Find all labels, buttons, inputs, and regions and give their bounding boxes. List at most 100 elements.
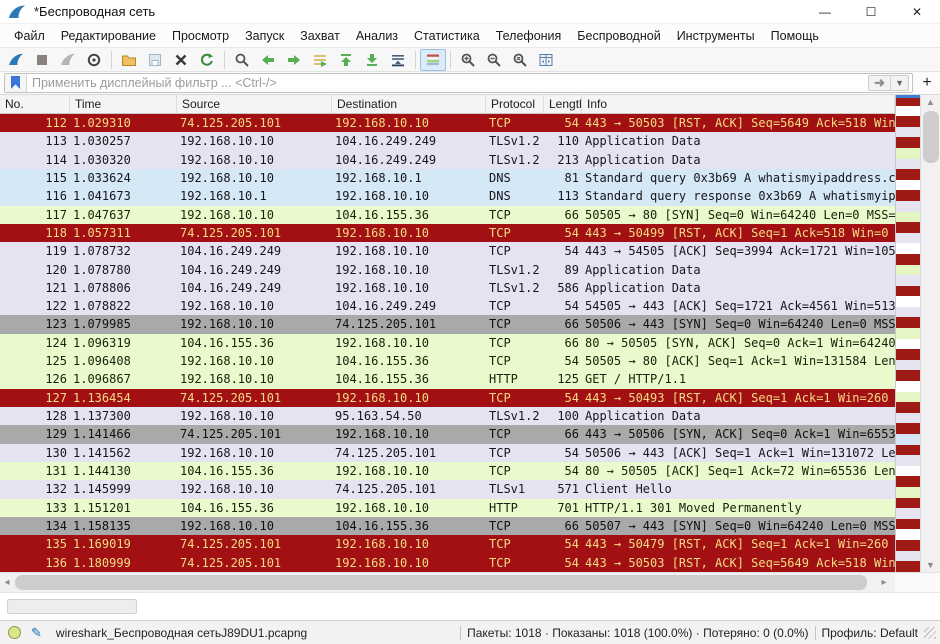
cell-time: 1.033624	[70, 169, 177, 187]
capture-options-icon[interactable]	[81, 49, 107, 71]
go-forward-icon[interactable]	[281, 49, 307, 71]
packet-row[interactable]: 1261.096867192.168.10.10104.16.155.36HTT…	[0, 370, 895, 388]
packet-row[interactable]: 1131.030257192.168.10.10104.16.249.249TL…	[0, 132, 895, 150]
save-file-icon[interactable]	[142, 49, 168, 71]
menu-item[interactable]: Захват	[292, 26, 348, 46]
packet-counts: Пакеты: 1018 · Показаны: 1018 (100.0%) ·…	[467, 626, 808, 640]
column-header-source[interactable]: Source	[177, 95, 332, 113]
apply-filter-button[interactable]: ➜ ▼	[868, 75, 909, 91]
minimap-stripe	[896, 519, 920, 530]
column-header-info[interactable]: Info	[582, 95, 895, 113]
column-header-protocol[interactable]: Protocol	[486, 95, 544, 113]
cell-length: 54	[544, 444, 582, 462]
packet-row[interactable]: 1281.137300192.168.10.1095.163.54.50TLSv…	[0, 407, 895, 425]
add-filter-button[interactable]: +	[918, 74, 936, 92]
close-icon[interactable]: ✕	[894, 0, 940, 23]
packet-row[interactable]: 1171.047637192.168.10.10104.16.155.36TCP…	[0, 206, 895, 224]
menu-item[interactable]: Просмотр	[164, 26, 237, 46]
cell-source: 192.168.10.10	[177, 151, 332, 169]
restart-capture-icon[interactable]	[55, 49, 81, 71]
packet-row[interactable]: 1251.096408192.168.10.10104.16.155.36TCP…	[0, 352, 895, 370]
auto-scroll-icon[interactable]	[385, 49, 411, 71]
packet-row[interactable]: 1331.151201104.16.155.36192.168.10.10HTT…	[0, 499, 895, 517]
capture-comment-icon[interactable]: ✎	[31, 625, 42, 641]
cell-info: Standard query response 0x3b69 A whatism…	[582, 187, 895, 205]
resize-columns-icon[interactable]	[533, 49, 559, 71]
packet-row[interactable]: 1161.041673192.168.10.1192.168.10.10DNS1…	[0, 187, 895, 205]
packet-row[interactable]: 1211.078806104.16.249.249192.168.10.10TL…	[0, 279, 895, 297]
open-file-icon[interactable]	[116, 49, 142, 71]
apply-filter-arrow-icon[interactable]: ➜	[869, 76, 890, 90]
minimize-icon[interactable]: —	[802, 0, 848, 23]
filter-bookmark-icon[interactable]	[5, 74, 27, 92]
minimap-stripe	[896, 243, 920, 254]
packet-row[interactable]: 1361.18099974.125.205.101192.168.10.10TC…	[0, 554, 895, 572]
maximize-icon[interactable]: ☐	[848, 0, 894, 23]
filter-dropdown-caret-icon[interactable]: ▼	[890, 76, 908, 90]
menu-item[interactable]: Редактирование	[53, 26, 164, 46]
packet-row[interactable]: 1121.02931074.125.205.101192.168.10.10TC…	[0, 114, 895, 132]
packet-row[interactable]: 1321.145999192.168.10.1074.125.205.101TL…	[0, 480, 895, 498]
resize-grip[interactable]	[924, 627, 936, 639]
go-back-icon[interactable]	[255, 49, 281, 71]
cell-length: 113	[544, 187, 582, 205]
column-header-time[interactable]: Time	[70, 95, 177, 113]
packet-row[interactable]: 1221.078822192.168.10.10104.16.249.249TC…	[0, 297, 895, 315]
cell-length: 54	[544, 297, 582, 315]
zoom-out-icon[interactable]	[481, 49, 507, 71]
close-file-icon[interactable]	[168, 49, 194, 71]
cell-protocol: TCP	[486, 114, 544, 132]
horizontal-scrollbar[interactable]: ◂ ▸	[0, 573, 895, 592]
packet-row[interactable]: 1351.16901974.125.205.101192.168.10.10TC…	[0, 535, 895, 553]
go-to-packet-icon[interactable]	[307, 49, 333, 71]
menu-item[interactable]: Статистика	[406, 26, 488, 46]
menu-item[interactable]: Запуск	[237, 26, 292, 46]
packet-row[interactable]: 1301.141562192.168.10.1074.125.205.101TC…	[0, 444, 895, 462]
vertical-scrollbar-thumb[interactable]	[923, 111, 939, 163]
column-header-no[interactable]: No.	[0, 95, 70, 113]
profile-label[interactable]: Профиль: Default	[822, 626, 919, 640]
menu-item[interactable]: Беспроводной	[569, 26, 668, 46]
scroll-left-icon[interactable]: ◂	[0, 573, 14, 592]
zoom-in-icon[interactable]	[455, 49, 481, 71]
scroll-right-icon[interactable]: ▸	[877, 573, 891, 592]
menu-item[interactable]: Файл	[6, 26, 53, 46]
minimap[interactable]	[895, 95, 920, 572]
colorize-packets-icon[interactable]	[420, 49, 446, 71]
cell-length: 213	[544, 151, 582, 169]
packet-row[interactable]: 1141.030320192.168.10.10104.16.249.249TL…	[0, 151, 895, 169]
menu-item[interactable]: Помощь	[763, 26, 827, 46]
minimap-stripe	[896, 328, 920, 339]
cell-protocol: TCP	[486, 462, 544, 480]
packet-row[interactable]: 1201.078780104.16.249.249192.168.10.10TL…	[0, 261, 895, 279]
horizontal-scrollbar-thumb[interactable]	[15, 575, 867, 590]
reload-file-icon[interactable]	[194, 49, 220, 71]
display-filter-input[interactable]	[27, 76, 868, 90]
packet-row[interactable]: 1231.079985192.168.10.1074.125.205.101TC…	[0, 315, 895, 333]
packet-row[interactable]: 1241.096319104.16.155.36192.168.10.10TCP…	[0, 334, 895, 352]
packet-row[interactable]: 1271.13645474.125.205.101192.168.10.10TC…	[0, 389, 895, 407]
menu-item[interactable]: Инструменты	[669, 26, 763, 46]
vertical-scrollbar[interactable]: ▲ ▼	[920, 95, 940, 572]
packet-row[interactable]: 1181.05731174.125.205.101192.168.10.10TC…	[0, 224, 895, 242]
cell-destination: 74.125.205.101	[332, 444, 486, 462]
packet-row[interactable]: 1291.14146674.125.205.101192.168.10.10TC…	[0, 425, 895, 443]
menu-item[interactable]: Анализ	[348, 26, 406, 46]
packet-row[interactable]: 1151.033624192.168.10.10192.168.10.1DNS8…	[0, 169, 895, 187]
zoom-normal-icon[interactable]	[507, 49, 533, 71]
column-header-destination[interactable]: Destination	[332, 95, 486, 113]
go-to-bottom-icon[interactable]	[359, 49, 385, 71]
expert-info-icon[interactable]	[8, 626, 21, 639]
start-capture-icon[interactable]	[3, 49, 29, 71]
go-to-top-icon[interactable]	[333, 49, 359, 71]
column-header-length[interactable]: Length	[544, 95, 582, 113]
stop-capture-icon[interactable]	[29, 49, 55, 71]
packet-row[interactable]: 1191.078732104.16.249.249192.168.10.10TC…	[0, 242, 895, 260]
packet-row[interactable]: 1341.158135192.168.10.10104.16.155.36TCP…	[0, 517, 895, 535]
menu-item[interactable]: Телефония	[488, 26, 570, 46]
find-packet-icon[interactable]	[229, 49, 255, 71]
cell-no: 112	[0, 114, 70, 132]
scroll-up-icon[interactable]: ▲	[921, 95, 940, 109]
scroll-down-icon[interactable]: ▼	[921, 558, 940, 572]
packet-row[interactable]: 1311.144130104.16.155.36192.168.10.10TCP…	[0, 462, 895, 480]
